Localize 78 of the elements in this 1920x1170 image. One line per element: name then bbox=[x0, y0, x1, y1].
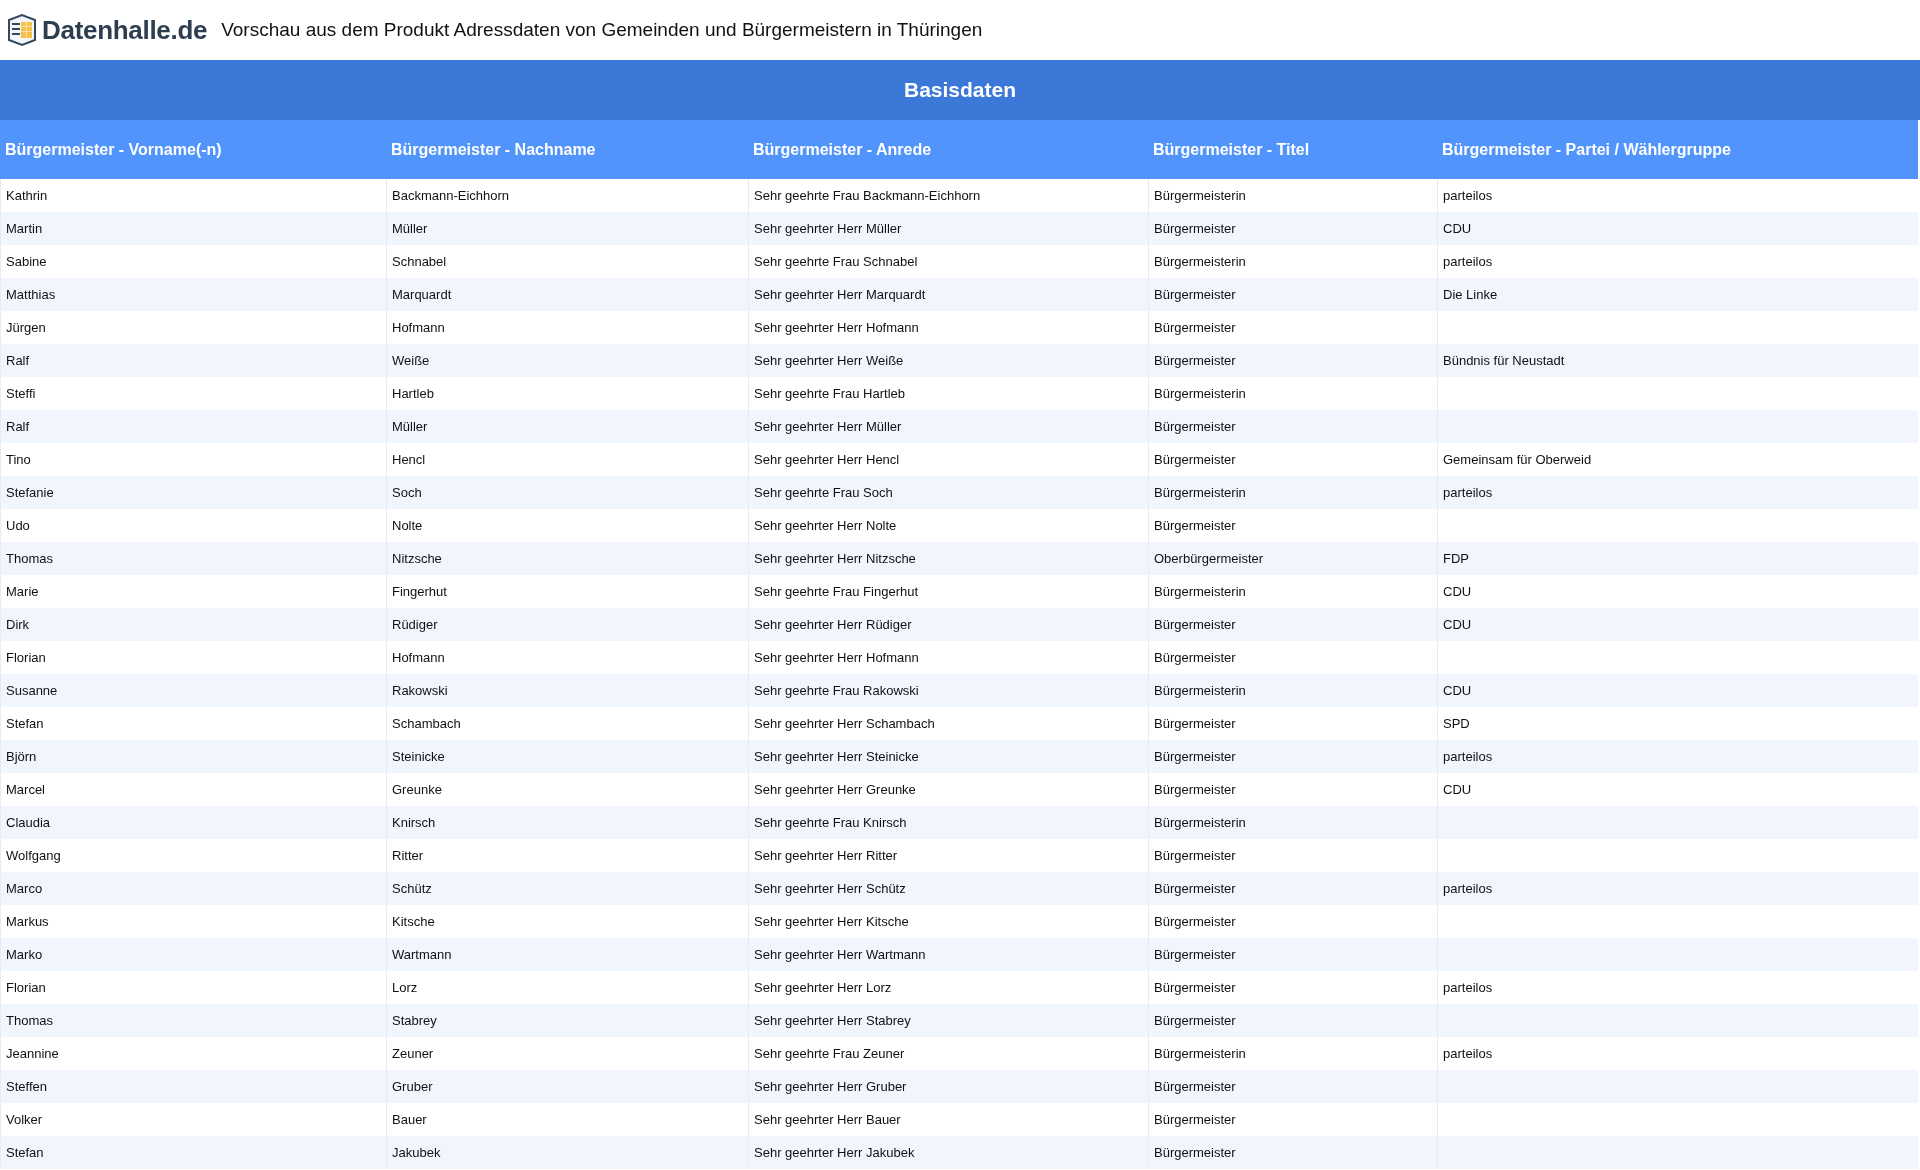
table-cell: Bürgermeister bbox=[1148, 212, 1437, 245]
table-cell: Claudia bbox=[0, 806, 386, 839]
table-cell: Sehr geehrter Herr Jakubek bbox=[748, 1136, 1148, 1169]
table-cell: Sehr geehrter Herr Nitzsche bbox=[748, 542, 1148, 575]
table-cell: CDU bbox=[1437, 212, 1918, 245]
table-cell: Bürgermeister bbox=[1148, 1004, 1437, 1037]
table-cell: Sehr geehrter Herr Rüdiger bbox=[748, 608, 1148, 641]
table-cell: Die Linke bbox=[1437, 278, 1918, 311]
table-cell: Nitzsche bbox=[386, 542, 748, 575]
table-cell: Sehr geehrter Herr Müller bbox=[748, 212, 1148, 245]
table-cell: Steffen bbox=[0, 1070, 386, 1103]
table-cell: Müller bbox=[386, 212, 748, 245]
table-cell: Sehr geehrte Frau Knirsch bbox=[748, 806, 1148, 839]
table-cell: parteilos bbox=[1437, 740, 1918, 773]
logo-icon bbox=[6, 13, 38, 47]
table-cell: Sehr geehrter Herr Weiße bbox=[748, 344, 1148, 377]
table-cell: Soch bbox=[386, 476, 748, 509]
table-cell: Bürgermeisterin bbox=[1148, 806, 1437, 839]
table-cell: CDU bbox=[1437, 674, 1918, 707]
table-cell: Bürgermeister bbox=[1148, 410, 1437, 443]
table-cell: Marco bbox=[0, 872, 386, 905]
table-cell: Sehr geehrte Frau Soch bbox=[748, 476, 1148, 509]
table-cell: Bürgermeister bbox=[1148, 740, 1437, 773]
table-cell: Bürgermeisterin bbox=[1148, 476, 1437, 509]
table-cell: Susanne bbox=[0, 674, 386, 707]
table-cell: Martin bbox=[0, 212, 386, 245]
table-cell: Sehr geehrter Herr Marquardt bbox=[748, 278, 1148, 311]
column-header: Bürgermeister - Vorname(-n) bbox=[0, 120, 386, 179]
table-cell: Oberbürgermeister bbox=[1148, 542, 1437, 575]
table-cell: Knirsch bbox=[386, 806, 748, 839]
table-cell: Sehr geehrte Frau Rakowski bbox=[748, 674, 1148, 707]
table-cell: parteilos bbox=[1437, 872, 1918, 905]
table-cell: Jakubek bbox=[386, 1136, 748, 1169]
table-cell: Thomas bbox=[0, 1004, 386, 1037]
table-cell: Marko bbox=[0, 938, 386, 971]
table-cell: Wartmann bbox=[386, 938, 748, 971]
table-cell: Rüdiger bbox=[386, 608, 748, 641]
table-cell: Bürgermeister bbox=[1148, 872, 1437, 905]
table-cell: Stefan bbox=[0, 1136, 386, 1169]
table-cell: Stabrey bbox=[386, 1004, 748, 1037]
column-header: Bürgermeister - Titel bbox=[1148, 120, 1437, 179]
table-cell: Marquardt bbox=[386, 278, 748, 311]
table-cell: Ralf bbox=[0, 410, 386, 443]
table-cell: Müller bbox=[386, 410, 748, 443]
table-cell: Bürgermeister bbox=[1148, 1070, 1437, 1103]
table-cell: Schütz bbox=[386, 872, 748, 905]
table-cell: parteilos bbox=[1437, 476, 1918, 509]
table-cell: FDP bbox=[1437, 542, 1918, 575]
table-cell: Matthias bbox=[0, 278, 386, 311]
table-cell: Stefanie bbox=[0, 476, 386, 509]
logo-text: Datenhalle.de bbox=[42, 14, 208, 46]
table-cell: Bürgermeister bbox=[1148, 278, 1437, 311]
table-cell: Sehr geehrter Herr Wartmann bbox=[748, 938, 1148, 971]
table-cell: Sehr geehrter Herr Stabrey bbox=[748, 1004, 1148, 1037]
table-cell: Bündnis für Neustadt bbox=[1437, 344, 1918, 377]
table-cell: CDU bbox=[1437, 608, 1918, 641]
table-cell: Steinicke bbox=[386, 740, 748, 773]
table-cell: Bürgermeister bbox=[1148, 608, 1437, 641]
table-cell: Björn bbox=[0, 740, 386, 773]
table-cell: Bürgermeister bbox=[1148, 1136, 1437, 1169]
table-cell: Thomas bbox=[0, 542, 386, 575]
table-cell: Sehr geehrter Herr Schütz bbox=[748, 872, 1148, 905]
table-cell: Weiße bbox=[386, 344, 748, 377]
table-cell: Dirk bbox=[0, 608, 386, 641]
table-cell: Gruber bbox=[386, 1070, 748, 1103]
section-title: Basisdaten bbox=[0, 60, 1920, 120]
column-header: Bürgermeister - Nachname bbox=[386, 120, 748, 179]
table-cell: Bürgermeister bbox=[1148, 344, 1437, 377]
table-cell: Bürgermeisterin bbox=[1148, 674, 1437, 707]
column-header: Bürgermeister - Partei / Wählergruppe bbox=[1437, 120, 1918, 179]
page-title: Vorschau aus dem Produkt Adressdaten von Gemeinden und Bürgermeistern in Thüringen bbox=[221, 19, 983, 41]
table-cell: Sehr geehrter Herr Gruber bbox=[748, 1070, 1148, 1103]
table-cell: Sehr geehrter Herr Steinicke bbox=[748, 740, 1148, 773]
table-cell: Ralf bbox=[0, 344, 386, 377]
table-cell: Sehr geehrter Herr Müller bbox=[748, 410, 1148, 443]
table-cell: Rakowski bbox=[386, 674, 748, 707]
column-header: Bürgermeister - Anrede bbox=[748, 120, 1148, 179]
table-cell: Bürgermeister bbox=[1148, 938, 1437, 971]
